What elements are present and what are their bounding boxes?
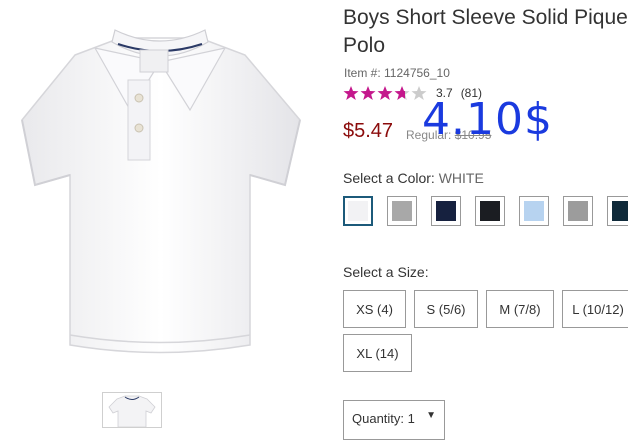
quantity-label: Quantity: xyxy=(352,411,405,426)
swatch-fill xyxy=(524,201,544,221)
swatch-fill xyxy=(568,201,588,221)
color-label: Select a Color: WHITE xyxy=(343,170,484,186)
color-swatch[interactable] xyxy=(387,196,417,226)
color-label-text: Select a Color: xyxy=(343,170,435,186)
color-swatch[interactable] xyxy=(475,196,505,226)
product-title-line2: Polo xyxy=(343,34,386,57)
swatch-fill xyxy=(480,201,500,221)
star-icon xyxy=(377,86,393,100)
overlay-price-annotation: 4.10$ xyxy=(422,94,553,145)
size-option-l[interactable]: L (10/12) xyxy=(562,290,628,328)
product-image[interactable] xyxy=(0,0,320,375)
color-swatch[interactable] xyxy=(607,196,628,226)
size-option-xl[interactable]: XL (14) xyxy=(343,334,412,372)
size-label: Select a Size: xyxy=(343,264,429,280)
item-number: Item #: 1124756_10 xyxy=(344,66,450,80)
rating-stars xyxy=(343,85,428,101)
polo-shirt-image xyxy=(21,29,301,354)
chevron-down-icon: ▼ xyxy=(426,410,436,421)
star-icon xyxy=(360,86,376,100)
quantity-select[interactable]: Quantity: 1 ▼ xyxy=(343,400,445,440)
sale-price: $5.47 xyxy=(343,120,394,142)
star-icon xyxy=(343,86,359,100)
size-option-s[interactable]: S (5/6) xyxy=(414,290,478,328)
swatch-fill xyxy=(436,201,456,221)
color-swatches xyxy=(343,196,628,226)
color-swatch[interactable] xyxy=(519,196,549,226)
color-swatch[interactable] xyxy=(563,196,593,226)
size-option-m[interactable]: M (7/8) xyxy=(486,290,554,328)
product-title: Boys Short Sleeve Solid Pique Polo xyxy=(343,4,628,60)
swatch-fill xyxy=(392,201,412,221)
swatch-fill xyxy=(348,201,368,221)
size-option-xs[interactable]: XS (4) xyxy=(343,290,406,328)
product-title-line1: Boys Short Sleeve Solid Pique xyxy=(343,6,628,29)
polo-thumbnail-image xyxy=(108,395,156,427)
swatch-fill xyxy=(612,201,628,221)
quantity-value: 1 xyxy=(407,411,415,426)
selected-color-value: WHITE xyxy=(438,170,484,186)
star-icon xyxy=(394,86,410,100)
color-swatch[interactable] xyxy=(431,196,461,226)
color-swatch[interactable] xyxy=(343,196,373,226)
